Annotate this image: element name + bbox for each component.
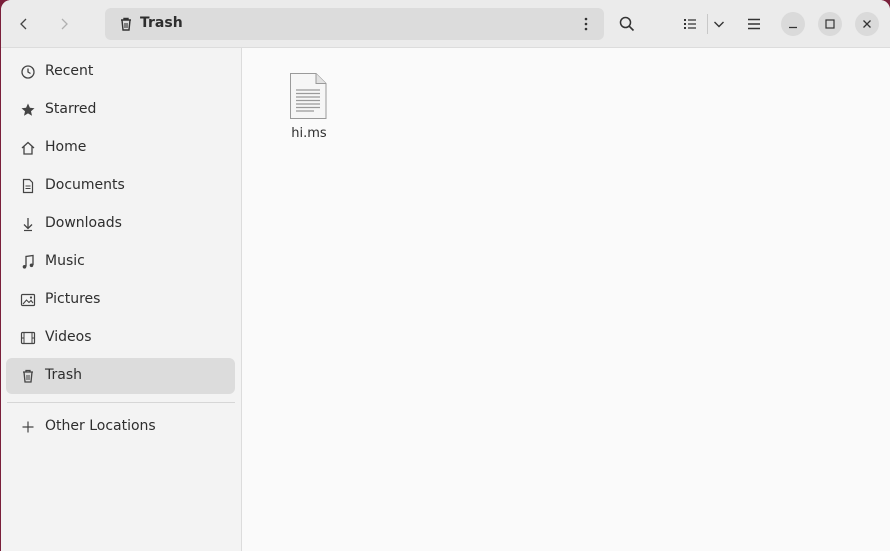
close-button[interactable] xyxy=(855,12,879,36)
list-view-button[interactable] xyxy=(674,8,706,40)
vertical-dots-icon xyxy=(584,17,588,31)
list-view-icon xyxy=(684,19,696,29)
sidebar-item-pictures[interactable]: Pictures xyxy=(6,282,235,318)
chevron-down-icon xyxy=(714,21,724,28)
trash-icon xyxy=(20,368,36,384)
sidebar-item-recent[interactable]: Recent xyxy=(6,54,235,90)
file-name: hi.ms xyxy=(291,126,327,141)
sidebar-item-label: Trash xyxy=(45,367,82,383)
music-icon xyxy=(20,254,36,270)
sidebar-item-starred[interactable]: Starred xyxy=(6,92,235,128)
text-file-icon xyxy=(288,72,328,120)
minimize-icon xyxy=(789,26,797,29)
sidebar-item-documents[interactable]: Documents xyxy=(6,168,235,204)
sidebar-item-label: Documents xyxy=(45,177,125,193)
sidebar-item-trash[interactable]: Trash xyxy=(6,358,235,394)
forward-button[interactable] xyxy=(48,8,80,40)
picture-icon xyxy=(20,292,36,308)
plus-icon xyxy=(20,419,36,435)
sidebar-item-other-locations[interactable]: Other Locations xyxy=(6,409,235,445)
sidebar-separator xyxy=(7,402,235,403)
sidebar-item-label: Downloads xyxy=(45,215,122,231)
sidebar: Recent Starred Home Documents Downloads … xyxy=(1,48,242,551)
home-icon xyxy=(20,140,36,156)
main-menu-button[interactable] xyxy=(738,8,770,40)
document-icon xyxy=(20,178,36,194)
chevron-left-icon xyxy=(20,18,27,30)
star-icon xyxy=(20,102,36,118)
file-item[interactable]: hi.ms xyxy=(268,70,350,150)
file-view[interactable]: hi.ms xyxy=(242,48,890,551)
sidebar-item-label: Recent xyxy=(45,63,94,79)
sidebar-item-label: Music xyxy=(45,253,85,269)
video-icon xyxy=(20,330,36,346)
path-current-location: Trash xyxy=(140,15,183,31)
search-button[interactable] xyxy=(611,8,643,40)
path-menu-button[interactable] xyxy=(574,8,598,40)
chevron-right-icon xyxy=(61,18,68,30)
sidebar-item-label: Other Locations xyxy=(45,418,156,434)
path-bar[interactable]: Trash xyxy=(105,8,604,40)
trash-icon xyxy=(118,16,134,32)
view-options-button[interactable] xyxy=(703,8,735,40)
maximize-icon xyxy=(825,19,835,29)
close-icon xyxy=(863,20,871,28)
sidebar-item-label: Home xyxy=(45,139,87,155)
sidebar-item-downloads[interactable]: Downloads xyxy=(6,206,235,242)
sidebar-item-videos[interactable]: Videos xyxy=(6,320,235,356)
sidebar-item-label: Videos xyxy=(45,329,92,345)
minimize-button[interactable] xyxy=(781,12,805,36)
sidebar-item-label: Pictures xyxy=(45,291,101,307)
header-bar: Trash xyxy=(1,0,890,48)
maximize-button[interactable] xyxy=(818,12,842,36)
search-icon xyxy=(619,16,635,32)
sidebar-item-home[interactable]: Home xyxy=(6,130,235,166)
file-manager-window: Trash Recent Starred Home Documents Down… xyxy=(1,0,890,551)
clock-icon xyxy=(20,64,36,80)
back-button[interactable] xyxy=(8,8,40,40)
download-icon xyxy=(20,216,36,232)
sidebar-item-music[interactable]: Music xyxy=(6,244,235,280)
sidebar-item-label: Starred xyxy=(45,101,97,117)
hamburger-icon xyxy=(748,18,760,30)
